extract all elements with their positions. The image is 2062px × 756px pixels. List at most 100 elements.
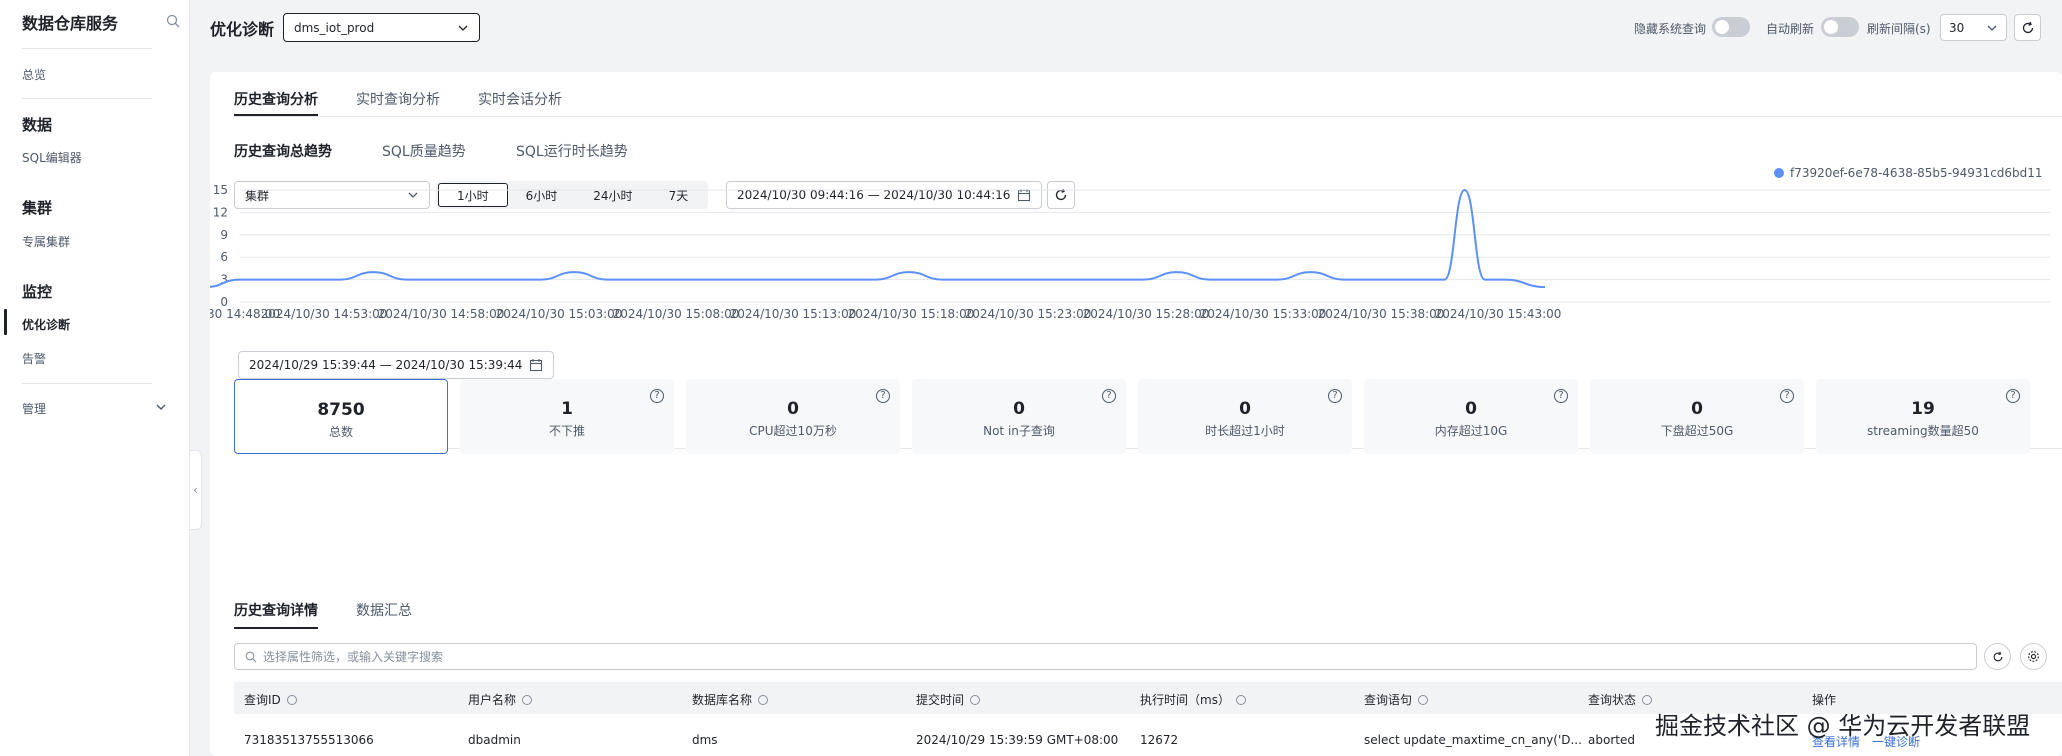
sidebar-active-indicator [4, 309, 7, 335]
tab-realtime-query[interactable]: 实时查询分析 [356, 89, 440, 109]
stat-value: 0 [787, 399, 799, 419]
tab-history-analysis[interactable]: 历史查询分析 [234, 89, 318, 109]
th-submit-time[interactable]: 提交时间 [916, 691, 981, 708]
subtab-sql-duration[interactable]: SQL运行时长趋势 [516, 141, 628, 161]
th-user-name[interactable]: 用户名称 [468, 691, 533, 708]
stat-label: 不下推 [548, 424, 585, 438]
cell-query-statement: select update_maxtime_cn_any('D... [1364, 733, 1582, 747]
th-query-statement[interactable]: 查询语句 [1364, 691, 1429, 708]
cell-query-status: aborted [1588, 733, 1635, 747]
sort-icon[interactable] [758, 694, 769, 705]
stat-value: 0 [1013, 399, 1025, 419]
x-tick-label: 2024/10/30 15:18:00 [848, 307, 975, 321]
x-tick-label: 2024/10/30 15:38:00 [1318, 307, 1445, 321]
legend-marker [1774, 168, 1784, 178]
sort-icon[interactable] [286, 694, 297, 705]
stat-card-duration[interactable]: ? 0 时长超过1小时 [1138, 379, 1352, 454]
tab-history-detail[interactable]: 历史查询详情 [234, 600, 318, 620]
database-select-value: dms_iot_prod [294, 20, 375, 35]
legend-label: f73920ef-6e78-4638-85b5-94931cd6bd11 [1790, 166, 2043, 180]
th-query-status[interactable]: 查询状态 [1588, 691, 1653, 708]
table-settings-button[interactable] [2020, 643, 2047, 670]
x-tick-label: 2024/10/30 15:28:00 [1083, 307, 1210, 321]
chevron-down-icon[interactable] [154, 400, 168, 414]
sidebar-collapse-handle[interactable]: ‹ [190, 450, 202, 530]
th-database-name[interactable]: 数据库名称 [692, 691, 769, 708]
x-tick-label: 2024/10/30 15:03:00 [496, 307, 623, 321]
refresh-interval-select[interactable]: 30 [1940, 14, 2007, 41]
sort-icon[interactable] [1418, 694, 1429, 705]
refresh-interval-label: 刷新间隔(s) [1867, 22, 1931, 36]
tab-data-summary[interactable]: 数据汇总 [356, 600, 412, 620]
sort-icon[interactable] [1235, 694, 1246, 705]
stats-date-range-picker[interactable]: 2024/10/29 15:39:44 — 2024/10/30 15:39:4… [238, 351, 554, 379]
sidebar-item-manage[interactable]: 管理 [22, 400, 46, 417]
stat-card-no-pushdown[interactable]: ? 1 不下推 [460, 379, 674, 454]
stat-card-memory[interactable]: ? 0 内存超过10G [1364, 379, 1578, 454]
stat-label: streaming数量超50 [1867, 424, 1979, 438]
subtab-history-trend[interactable]: 历史查询总趋势 [234, 141, 332, 161]
stat-value: 1 [561, 399, 573, 419]
stat-value: 0 [1239, 399, 1251, 419]
stat-card-spill[interactable]: ? 0 下盘超过50G [1590, 379, 1804, 454]
search-icon[interactable] [166, 14, 180, 28]
sort-icon[interactable] [970, 694, 981, 705]
stat-label: CPU超过10万秒 [749, 424, 837, 438]
sidebar-item-alarm[interactable]: 告警 [22, 350, 46, 367]
gear-icon [2028, 651, 2039, 662]
refresh-button[interactable] [2014, 14, 2041, 41]
tab-realtime-session[interactable]: 实时会话分析 [478, 89, 562, 109]
x-tick-label: 2024/10/30 15:23:00 [965, 307, 1092, 321]
th-exec-time[interactable]: 执行时间（ms） [1140, 691, 1246, 708]
x-tick-label: 2024/10/30 14:53:00 [261, 307, 388, 321]
sidebar-item-overview[interactable]: 总览 [22, 66, 46, 83]
sidebar-divider [22, 48, 152, 49]
search-placeholder: 选择属性筛选，或输入关键字搜索 [263, 650, 444, 664]
sort-icon[interactable] [1642, 694, 1653, 705]
tab-active-underline [234, 627, 318, 629]
sidebar-title: 数据仓库服务 [22, 14, 119, 33]
hide-system-query-toggle[interactable] [1712, 17, 1750, 37]
x-tick-label: 2024/10/30 15:13:00 [730, 307, 857, 321]
cell-submit-time: 2024/10/29 15:39:59 GMT+08:00 [916, 733, 1119, 747]
sidebar-item-optimization[interactable]: 优化诊断 [22, 316, 70, 333]
sidebar-item-dedicated-cluster[interactable]: 专属集群 [22, 233, 70, 250]
cell-exec-time: 12672 [1140, 733, 1179, 747]
chevron-left-icon: ‹ [193, 483, 198, 497]
y-tick-label: 15 [213, 183, 228, 197]
y-tick-label: 12 [213, 205, 228, 219]
series-line[interactable] [210, 188, 1546, 289]
stat-label: 总数 [328, 425, 353, 439]
x-tick-label: 2024/10/30 14:58:00 [378, 307, 505, 321]
sort-icon[interactable] [522, 694, 533, 705]
hide-system-query-label: 隐藏系统查询 [1634, 22, 1707, 36]
auto-refresh-toggle[interactable] [1821, 17, 1859, 37]
stat-card-cpu[interactable]: ? 0 CPU超过10万秒 [686, 379, 900, 454]
x-tick-label: 2024/10/30 15:33:00 [1200, 307, 1327, 321]
search-icon [245, 651, 257, 662]
cell-query-id: 73183513755513066 [244, 733, 374, 747]
auto-refresh-label: 自动刷新 [1766, 22, 1815, 36]
stat-value: 8750 [317, 400, 365, 420]
sidebar-group-monitor: 监控 [22, 283, 53, 301]
stat-card-not-in[interactable]: ? 0 Not in子查询 [912, 379, 1126, 454]
database-select[interactable]: dms_iot_prod [283, 13, 480, 42]
x-tick-label: 2024/10/30 15:43:00 [1435, 307, 1562, 321]
stat-value: 19 [1911, 399, 1935, 419]
stat-value: 0 [1691, 399, 1703, 419]
filter-search-input[interactable]: 选择属性筛选，或输入关键字搜索 [234, 643, 1977, 670]
y-tick-label: 9 [220, 228, 228, 242]
table-refresh-button[interactable] [1984, 643, 2011, 670]
tabs-divider [234, 116, 2062, 117]
th-query-id[interactable]: 查询ID [244, 691, 297, 708]
sidebar-item-sql-editor[interactable]: SQL编辑器 [22, 149, 82, 166]
chart-legend[interactable]: f73920ef-6e78-4638-85b5-94931cd6bd11 [1774, 166, 2043, 180]
calendar-icon [529, 359, 543, 372]
stat-card-total[interactable]: 8750 总数 [234, 379, 448, 454]
stat-card-streaming[interactable]: ? 19 streaming数量超50 [1816, 379, 2030, 454]
sidebar: 数据仓库服务 总览 数据 SQL编辑器 集群 专属集群 监控 优化诊断 告警 管… [0, 0, 190, 756]
stat-label: Not in子查询 [983, 424, 1055, 438]
stat-value: 0 [1465, 399, 1477, 419]
subtab-sql-quality[interactable]: SQL质量趋势 [382, 141, 466, 161]
watermark: 掘金技术社区 @ 华为云开发者联盟 [1655, 712, 2031, 740]
